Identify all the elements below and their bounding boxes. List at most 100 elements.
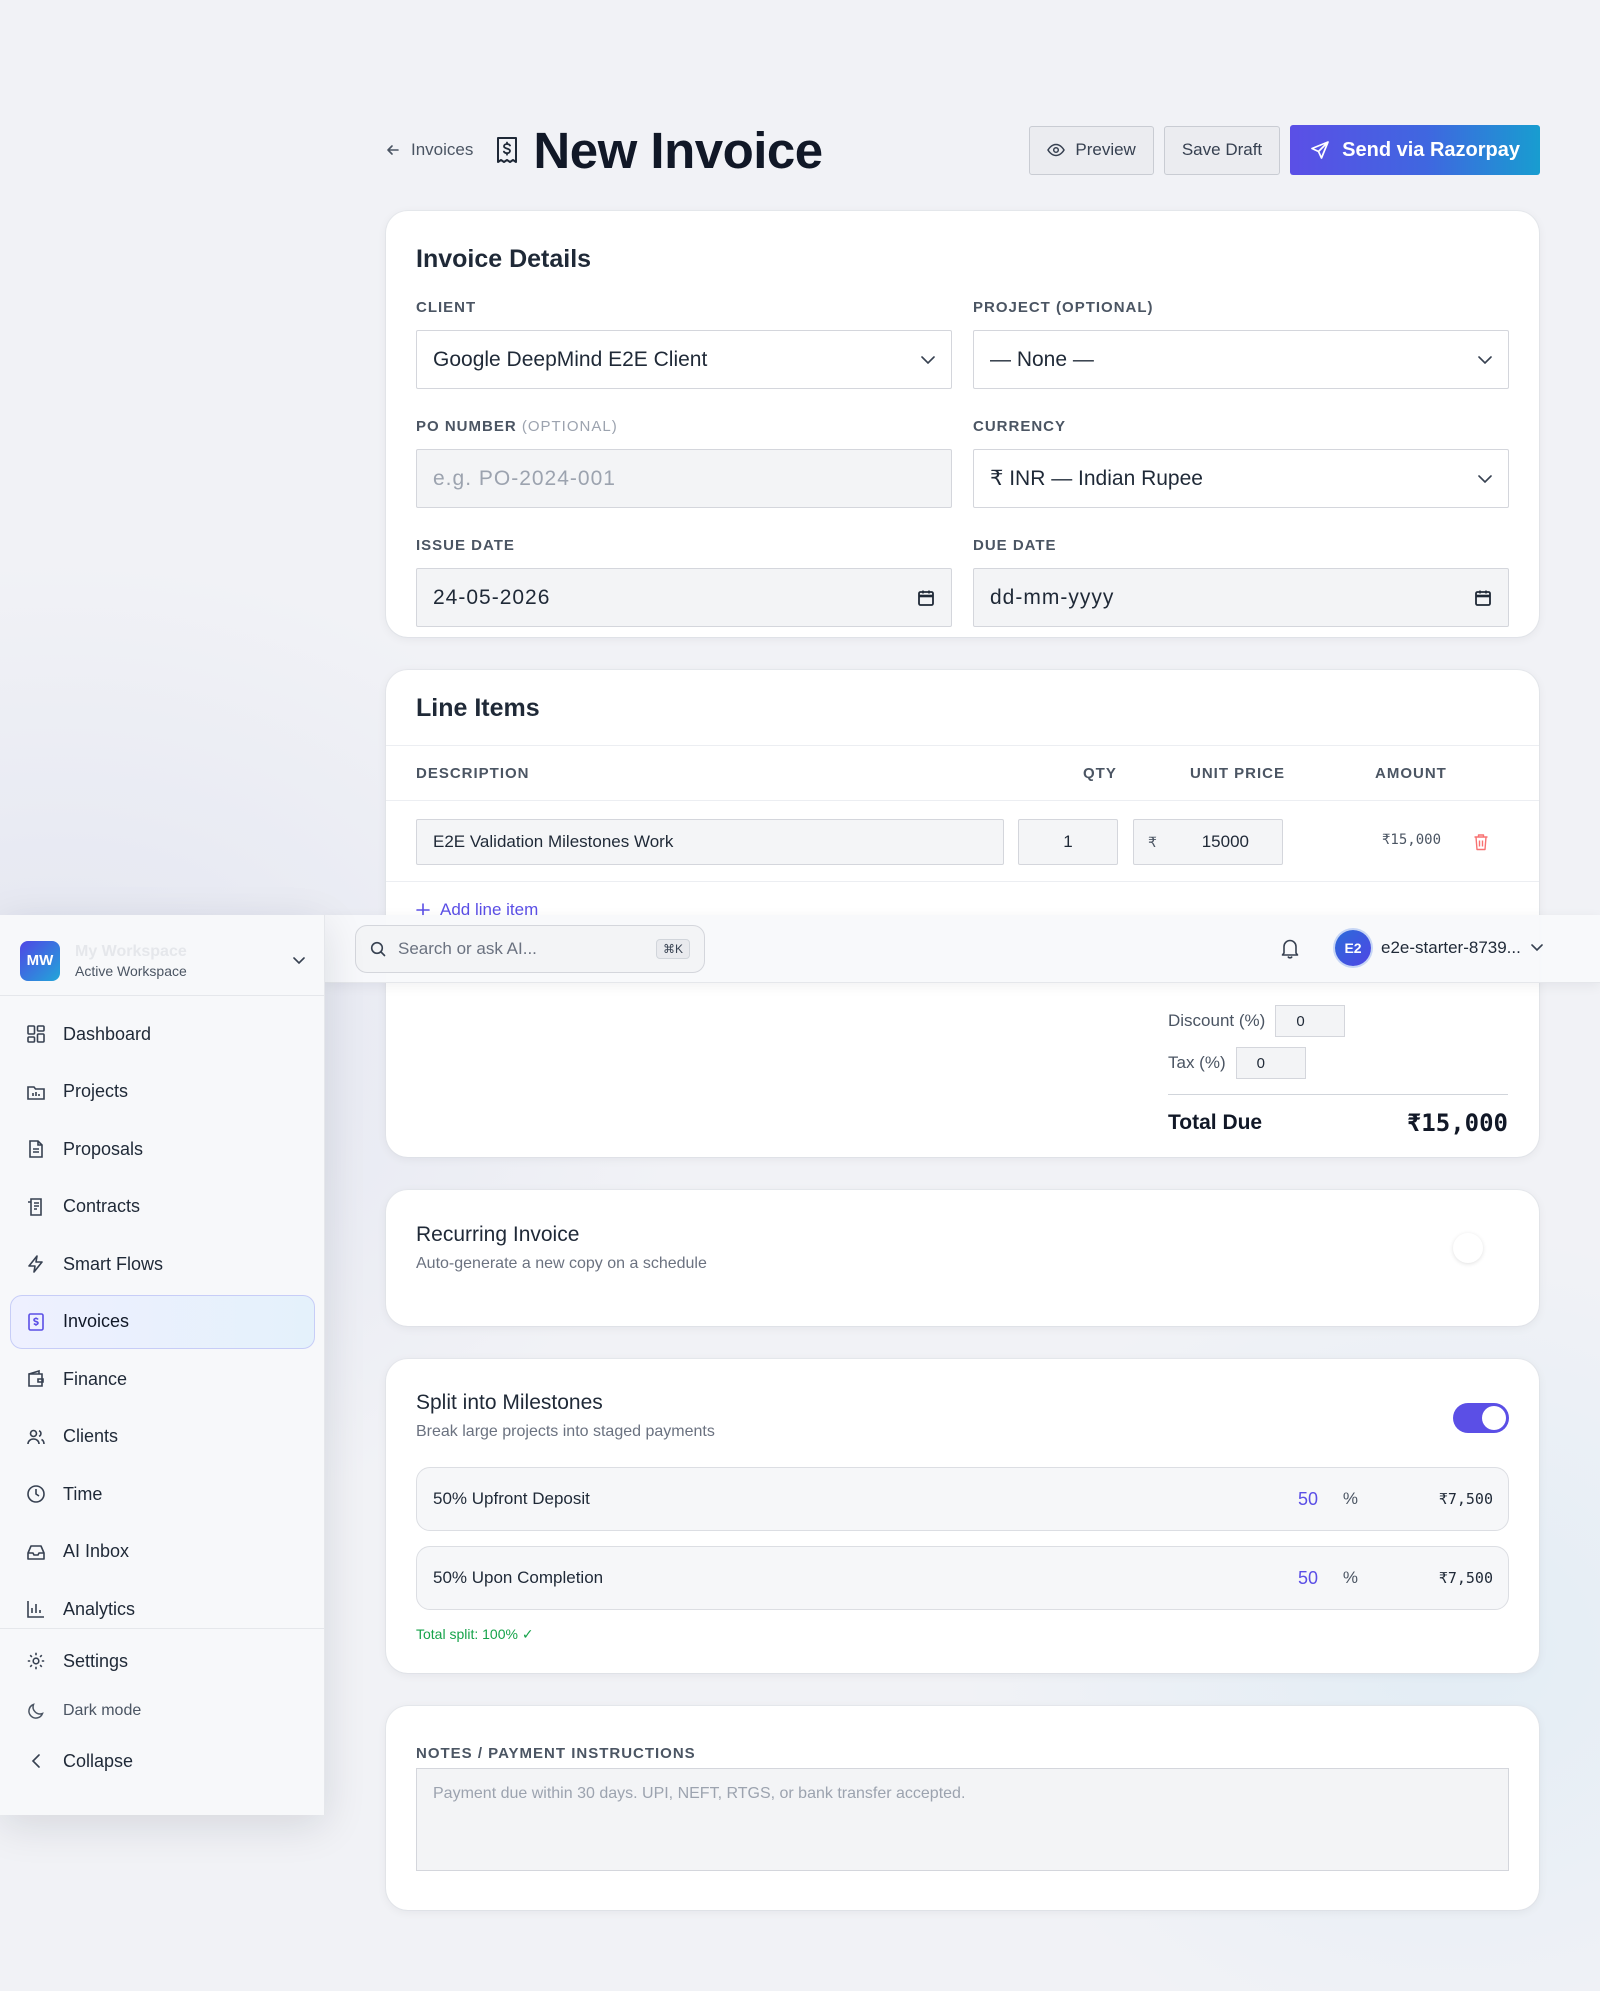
currency-label: CURRENCY xyxy=(973,418,1067,435)
invoice-details-card: Invoice Details CLIENT Google DeepMind E… xyxy=(386,211,1539,637)
sidebar-item-label: Clients xyxy=(63,1426,119,1446)
calendar-icon[interactable] xyxy=(917,589,935,607)
po-number-input[interactable]: e.g. PO-2024-001 xyxy=(416,449,952,508)
chevron-left-icon xyxy=(25,1750,47,1772)
calendar-icon[interactable] xyxy=(1474,589,1492,607)
sidebar-item-label: Dashboard xyxy=(63,1023,152,1044)
save-draft-button[interactable]: Save Draft xyxy=(1163,125,1281,175)
project-select-value: — None — xyxy=(990,347,1094,371)
avatar: E2 xyxy=(1335,930,1371,966)
notes-card: NOTES / PAYMENT INSTRUCTIONS Payment due… xyxy=(386,1706,1539,1910)
due-date-input[interactable]: dd-mm-yyyy xyxy=(973,568,1509,627)
discount-input[interactable]: 0 xyxy=(1275,1005,1346,1037)
sidebar-item-label: Analytics xyxy=(63,1598,136,1619)
shortcut-badge: ⌘K xyxy=(655,939,690,959)
currency-symbol: ₹ xyxy=(1148,833,1157,850)
page-title: New Invoice xyxy=(533,121,823,179)
search-input[interactable]: Search or ask AI... ⌘K xyxy=(355,925,705,973)
trash-icon[interactable] xyxy=(1473,833,1489,851)
milestones-toggle[interactable] xyxy=(1453,1403,1509,1433)
col-unit-price: UNIT PRICE xyxy=(1190,765,1286,782)
discount-label: Discount (%) xyxy=(1168,1011,1266,1030)
sidebar-item-label: AI Inbox xyxy=(63,1541,130,1561)
sidebar-item-label: Proposals xyxy=(63,1138,144,1159)
line-item-unit-price-input[interactable]: ₹ 15000 xyxy=(1133,819,1283,865)
sidebar-item-contracts[interactable]: Contracts xyxy=(10,1180,315,1234)
sidebar-item-invoices[interactable]: Invoices xyxy=(10,1294,315,1349)
workspace-switcher[interactable]: MW My Workspace Active Workspace xyxy=(20,933,305,988)
collapse-label: Collapse xyxy=(63,1750,134,1771)
invoice-details-title: Invoice Details xyxy=(416,245,592,273)
project-label: PROJECT (OPTIONAL) xyxy=(973,299,1154,316)
sidebar-item-label: Finance xyxy=(63,1368,128,1389)
send-icon xyxy=(1310,140,1330,160)
recurring-invoice-card: Recurring Invoice Auto-generate a new co… xyxy=(386,1190,1539,1326)
bell-icon[interactable] xyxy=(1280,937,1300,959)
user-menu[interactable]: E2 e2e-starter-8739... xyxy=(1335,930,1543,966)
milestone-amount: ₹7,500 xyxy=(1438,1490,1493,1508)
back-to-invoices-link[interactable]: Invoices xyxy=(385,140,473,160)
milestone-row[interactable]: 50% Upfront Deposit 50 % ₹7,500 xyxy=(416,1467,1509,1531)
milestones-title: Split into Milestones xyxy=(416,1391,603,1414)
issue-date-field-group: ISSUE DATE 24-05-2026 xyxy=(416,537,952,656)
inbox-icon xyxy=(25,1541,47,1563)
po-number-field-group: PO NUMBER (OPTIONAL) e.g. PO-2024-001 xyxy=(416,418,952,537)
notes-textarea[interactable]: Payment due within 30 days. UPI, NEFT, R… xyxy=(416,1768,1509,1871)
milestone-percent-input[interactable]: 50 xyxy=(1298,1489,1318,1510)
total-split-status: Total split: 100% ✓ xyxy=(416,1626,534,1642)
eye-icon xyxy=(1047,143,1066,157)
send-via-razorpay-button[interactable]: Send via Razorpay xyxy=(1290,125,1540,175)
line-item-amount: ₹15,000 xyxy=(1382,832,1442,848)
tax-input[interactable]: 0 xyxy=(1235,1047,1306,1079)
invoice-details-form: CLIENT Google DeepMind E2E Client PROJEC… xyxy=(416,299,1509,656)
table-row: E2E Validation Milestones Work 1 ₹ 15000… xyxy=(386,802,1539,882)
recurring-title: Recurring Invoice xyxy=(416,1223,580,1246)
milestone-name: 50% Upon Completion xyxy=(433,1568,604,1587)
recurring-toggle[interactable] xyxy=(1453,1233,1483,1263)
sidebar-item-clients[interactable]: Clients xyxy=(10,1410,315,1464)
milestones-text: Split into Milestones Break large projec… xyxy=(416,1391,715,1441)
line-item-qty-input[interactable]: 1 xyxy=(1018,819,1118,865)
sidebar-item-smart-flows[interactable]: Smart Flows xyxy=(10,1237,315,1291)
preview-button[interactable]: Preview xyxy=(1029,125,1154,175)
issue-date-input[interactable]: 24-05-2026 xyxy=(416,568,952,627)
milestone-name: 50% Upfront Deposit xyxy=(433,1489,590,1508)
recurring-text: Recurring Invoice Auto-generate a new co… xyxy=(416,1223,707,1273)
col-description: DESCRIPTION xyxy=(416,765,530,782)
dark-mode-label: Dark mode xyxy=(63,1702,142,1719)
workspace-text: My Workspace Active Workspace xyxy=(75,943,187,979)
sidebar-item-projects[interactable]: Projects xyxy=(10,1065,315,1119)
po-number-placeholder: e.g. PO-2024-001 xyxy=(433,466,616,490)
line-items-card: Line Items DESCRIPTION QTY UNIT PRICE AM… xyxy=(386,670,1539,1157)
workspace-name: My Workspace xyxy=(75,942,187,960)
sidebar-item-settings[interactable]: Settings xyxy=(10,1637,315,1685)
top-bar: Search or ask AI... ⌘K E2 e2e-starter-87… xyxy=(325,915,1600,983)
toggle-knob xyxy=(1482,1406,1506,1430)
client-select[interactable]: Google DeepMind E2E Client xyxy=(416,330,952,389)
sidebar-item-time[interactable]: Time xyxy=(10,1467,315,1521)
sidebar-item-dashboard[interactable]: Dashboard xyxy=(10,1007,315,1061)
milestones-card: Split into Milestones Break large projec… xyxy=(386,1359,1539,1673)
sidebar-item-finance[interactable]: Finance xyxy=(10,1352,315,1406)
discount-row: Discount (%) 0 xyxy=(1168,1000,1508,1042)
workspace-subtitle: Active Workspace xyxy=(75,962,187,979)
due-date-label: DUE DATE xyxy=(973,537,1057,554)
chart-icon xyxy=(25,1598,47,1620)
contracts-icon xyxy=(25,1196,47,1218)
dark-mode-toggle[interactable]: Dark mode xyxy=(10,1687,315,1735)
chevron-down-icon xyxy=(1531,944,1543,952)
invoice-icon xyxy=(495,136,519,164)
collapse-sidebar-button[interactable]: Collapse xyxy=(10,1737,315,1785)
milestone-row[interactable]: 50% Upon Completion 50 % ₹7,500 xyxy=(416,1546,1509,1610)
dashboard-icon xyxy=(25,1023,47,1045)
sidebar-item-proposals[interactable]: Proposals xyxy=(10,1122,315,1176)
sidebar-item-ai-inbox[interactable]: AI Inbox xyxy=(10,1525,315,1579)
milestone-percent-input[interactable]: 50 xyxy=(1298,1568,1318,1589)
line-item-description-input[interactable]: E2E Validation Milestones Work xyxy=(416,819,1004,865)
chevron-down-icon xyxy=(293,956,305,965)
header-actions: Preview Save Draft Send via Razorpay xyxy=(1029,125,1540,175)
currency-select[interactable]: ₹ INR — Indian Rupee xyxy=(973,449,1509,508)
sidebar-nav: Dashboard Projects Proposals Contracts S… xyxy=(10,1007,315,1640)
project-select[interactable]: — None — xyxy=(973,330,1509,389)
tax-row: Tax (%) 0 xyxy=(1168,1042,1508,1084)
